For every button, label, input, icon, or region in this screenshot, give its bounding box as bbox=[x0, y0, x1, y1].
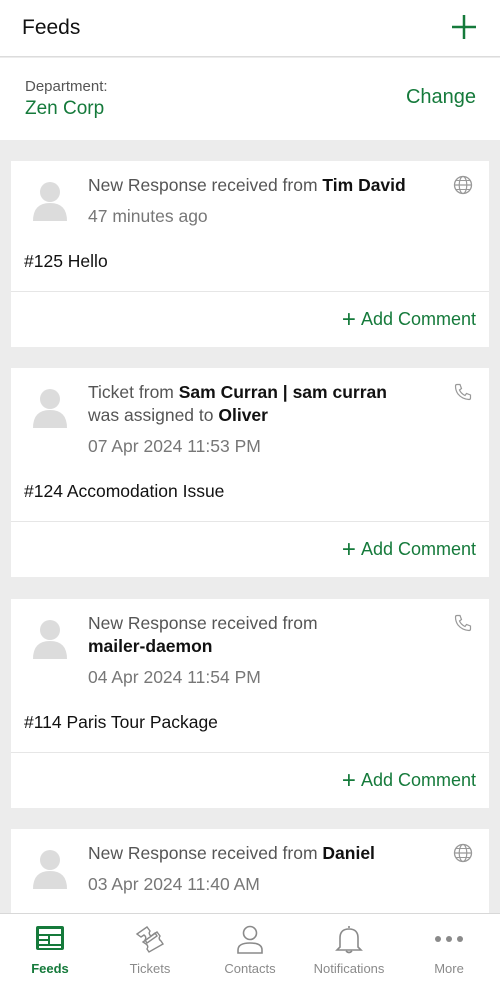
change-department-button[interactable]: Change bbox=[406, 86, 476, 109]
ticket-subject[interactable]: #114 Paris Tour Package bbox=[24, 712, 218, 733]
add-comment-button[interactable]: + Add Comment bbox=[341, 305, 476, 333]
sender-name: Daniel bbox=[322, 843, 375, 863]
divider bbox=[11, 291, 489, 292]
feed-time: 47 minutes ago bbox=[88, 206, 208, 226]
tab-more[interactable]: More bbox=[399, 914, 499, 1000]
tab-label: Tickets bbox=[129, 961, 171, 976]
ticket-subject[interactable]: #125 Hello bbox=[24, 251, 108, 272]
feed-message: New Response received from mailer-daemon bbox=[88, 613, 318, 656]
divider bbox=[11, 521, 489, 522]
feed-card[interactable]: New Response received from Tim David 47 … bbox=[11, 161, 489, 347]
tab-label: Contacts bbox=[224, 961, 276, 976]
tab-label: More bbox=[434, 961, 464, 976]
ticket-subject[interactable]: #124 Accomodation Issue bbox=[24, 481, 224, 502]
feed-card[interactable]: New Response received from Daniel 03 Apr… bbox=[11, 829, 489, 913]
tab-label: Feeds bbox=[31, 961, 69, 976]
add-feed-button[interactable] bbox=[448, 11, 480, 43]
feed-message: New Response received from Daniel bbox=[88, 843, 375, 863]
bell-icon bbox=[335, 926, 363, 954]
plus-icon bbox=[452, 15, 476, 39]
feed-time: 07 Apr 2024 11:53 PM bbox=[88, 436, 261, 456]
globe-icon bbox=[453, 843, 473, 863]
phone-icon bbox=[454, 383, 472, 401]
sender-name: Tim David bbox=[322, 175, 406, 195]
phone-icon bbox=[454, 614, 472, 632]
plus-icon: + bbox=[341, 305, 356, 333]
contacts-icon bbox=[237, 925, 263, 954]
avatar-icon bbox=[33, 850, 67, 889]
divider bbox=[11, 752, 489, 753]
tab-notifications[interactable]: Notifications bbox=[299, 914, 399, 1000]
feed-time: 04 Apr 2024 11:54 PM bbox=[88, 667, 261, 687]
tickets-icon bbox=[135, 926, 164, 953]
feed-card[interactable]: Ticket from Sam Curran | sam curran was … bbox=[11, 368, 489, 577]
plus-icon: + bbox=[341, 766, 356, 794]
sender-name: Sam Curran | sam curran bbox=[178, 382, 387, 402]
more-icon bbox=[435, 936, 463, 942]
feed-time: 03 Apr 2024 11:40 AM bbox=[88, 874, 260, 894]
plus-icon: + bbox=[341, 535, 356, 563]
feed-message: Ticket from Sam Curran | sam curran was … bbox=[88, 382, 387, 425]
feed-card[interactable]: New Response received from mailer-daemon… bbox=[11, 599, 489, 808]
add-comment-button[interactable]: + Add Comment bbox=[341, 535, 476, 563]
department-bar: Department: Zen Corp Change bbox=[0, 58, 500, 140]
tab-label: Notifications bbox=[313, 961, 385, 976]
tab-tickets[interactable]: Tickets bbox=[100, 914, 200, 1000]
tab-feeds[interactable]: Feeds bbox=[0, 914, 100, 1000]
globe-icon bbox=[453, 175, 473, 195]
page-title: Feeds bbox=[22, 16, 81, 39]
add-comment-button[interactable]: + Add Comment bbox=[341, 766, 476, 794]
avatar-icon bbox=[33, 389, 67, 428]
app-header: Feeds bbox=[0, 0, 500, 57]
avatar-icon bbox=[33, 620, 67, 659]
avatar-icon bbox=[33, 182, 67, 221]
sender-name: mailer-daemon bbox=[88, 636, 213, 656]
bottom-tab-bar: Feeds Tickets Contacts Notifications Mor… bbox=[0, 913, 500, 1000]
department-value: Zen Corp bbox=[25, 98, 105, 119]
tab-contacts[interactable]: Contacts bbox=[200, 914, 300, 1000]
assignee-name: Oliver bbox=[218, 405, 268, 425]
feeds-icon bbox=[36, 926, 64, 950]
department-label: Department: bbox=[25, 78, 108, 95]
feed-message: New Response received from Tim David bbox=[88, 175, 406, 195]
